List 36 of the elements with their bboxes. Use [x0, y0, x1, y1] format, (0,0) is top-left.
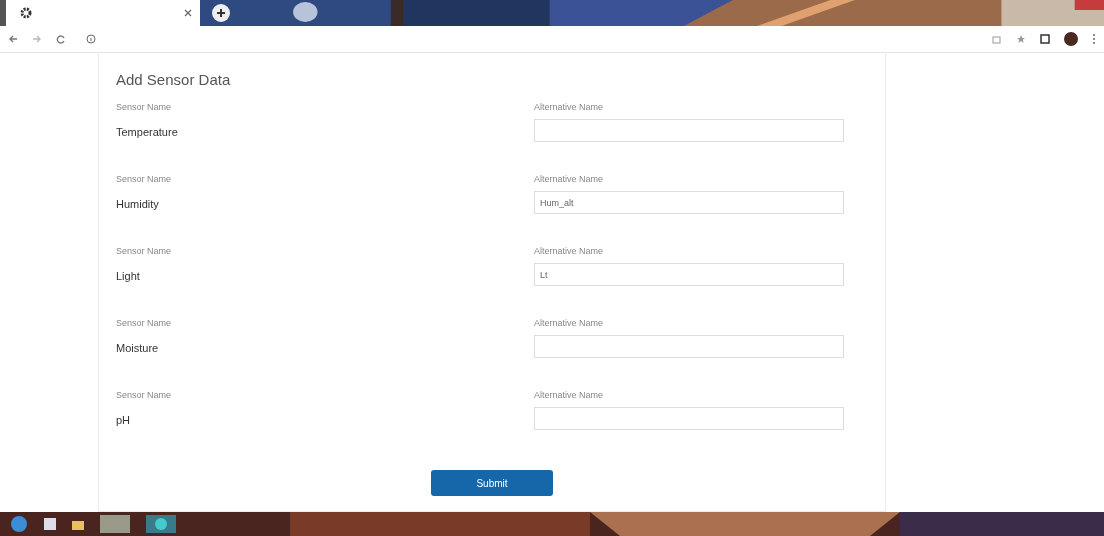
start-icon[interactable]: [10, 515, 28, 533]
close-icon[interactable]: [184, 9, 192, 17]
field-label: Sensor Name: [116, 390, 173, 400]
sensor-name: Humidity: [116, 198, 160, 210]
info-icon: [86, 34, 96, 44]
form-title: Add Sensor Data: [116, 71, 232, 88]
menu-icon[interactable]: [1092, 33, 1096, 45]
sensor-name: pH: [116, 414, 132, 426]
extension-icon[interactable]: [1040, 34, 1050, 44]
field-label: Sensor Name: [116, 174, 173, 184]
sensor-name: Moisture: [116, 342, 160, 354]
field-label: Alternative Name: [534, 318, 605, 328]
input-field[interactable]: Hum_alt: [534, 191, 844, 214]
field-label: Sensor Name: [116, 102, 173, 112]
star-icon[interactable]: [1016, 34, 1026, 44]
field-label: Alternative Name: [534, 102, 605, 112]
plus-icon: [216, 8, 226, 18]
forward-icon[interactable]: [32, 34, 42, 44]
sensor-name: Temperature: [116, 126, 179, 138]
field-label: Sensor Name: [116, 318, 173, 328]
back-icon[interactable]: [8, 34, 18, 44]
input-field[interactable]: Lt: [534, 263, 844, 286]
field-label: Alternative Name: [534, 174, 605, 184]
field-label: Sensor Name: [116, 246, 173, 256]
folder-icon[interactable]: [72, 518, 84, 530]
submit-button[interactable]: Submit: [431, 470, 553, 496]
browser-icon[interactable]: [146, 515, 176, 533]
reload-icon[interactable]: [56, 34, 66, 44]
gear-icon: [20, 7, 32, 19]
input-field[interactable]: [534, 335, 844, 358]
input-field[interactable]: [534, 407, 844, 430]
sensor-name: Light: [116, 270, 141, 282]
field-label: Alternative Name: [534, 390, 605, 400]
input-field[interactable]: [534, 119, 844, 142]
field-label: Alternative Name: [534, 246, 605, 256]
avatar-icon[interactable]: [1064, 32, 1078, 46]
